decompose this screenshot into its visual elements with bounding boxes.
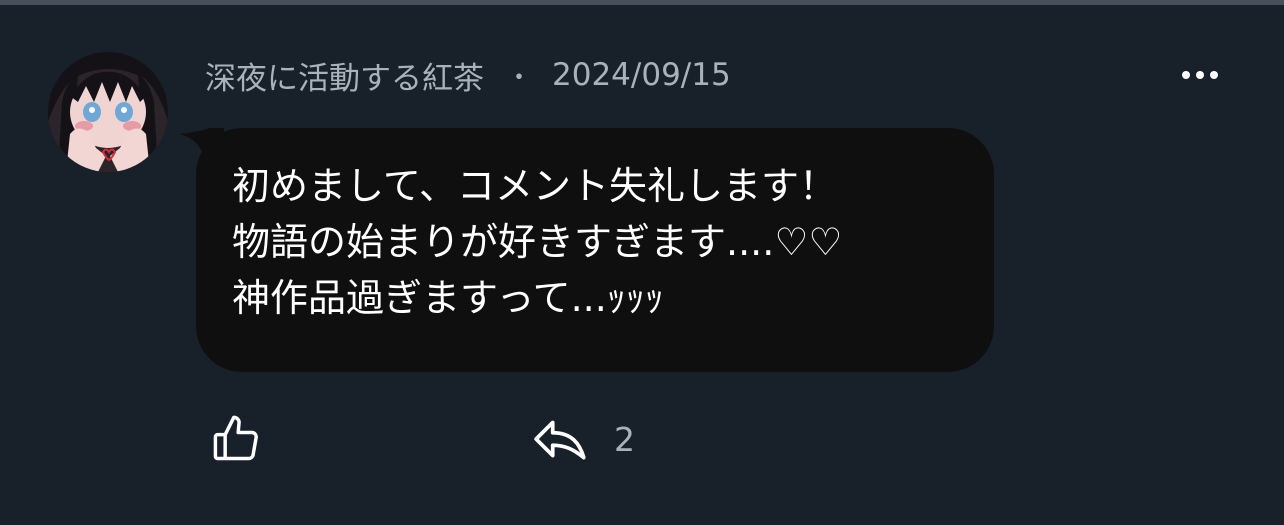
comment-line-3: 神作品過ぎますって...ｯｯｯ — [232, 276, 664, 320]
more-options-button[interactable] — [1172, 58, 1228, 92]
top-divider — [0, 0, 1284, 5]
more-dot — [1196, 71, 1204, 79]
more-horizontal-icon — [1182, 71, 1190, 79]
comment-line-2: 物語の始まりが好きすぎます....♡♡ — [232, 220, 843, 264]
comment-screen: 深夜に活動する紅茶 ・ 2024/09/15 初めまして、コメント失礼します！ … — [0, 0, 1284, 525]
author-name[interactable]: 深夜に活動する紅茶 — [205, 53, 484, 98]
more-dot — [1210, 71, 1218, 79]
comment-line-1: 初めまして、コメント失礼します！ — [232, 164, 837, 208]
reply-button[interactable]: 2 — [532, 410, 635, 468]
reply-all-icon — [534, 420, 586, 460]
thumbs-up-icon — [213, 415, 258, 461]
comment-date: 2024/09/15 — [552, 57, 731, 93]
comment-bubble: 初めまして、コメント失礼します！ 物語の始まりが好きすぎます....♡♡ 神作品… — [196, 128, 994, 372]
like-button[interactable] — [210, 410, 272, 468]
author-avatar[interactable] — [48, 52, 168, 172]
comment-meta: 深夜に活動する紅茶 ・ 2024/09/15 — [205, 52, 731, 98]
reply-count: 2 — [614, 419, 635, 459]
meta-separator: ・ — [506, 62, 533, 93]
